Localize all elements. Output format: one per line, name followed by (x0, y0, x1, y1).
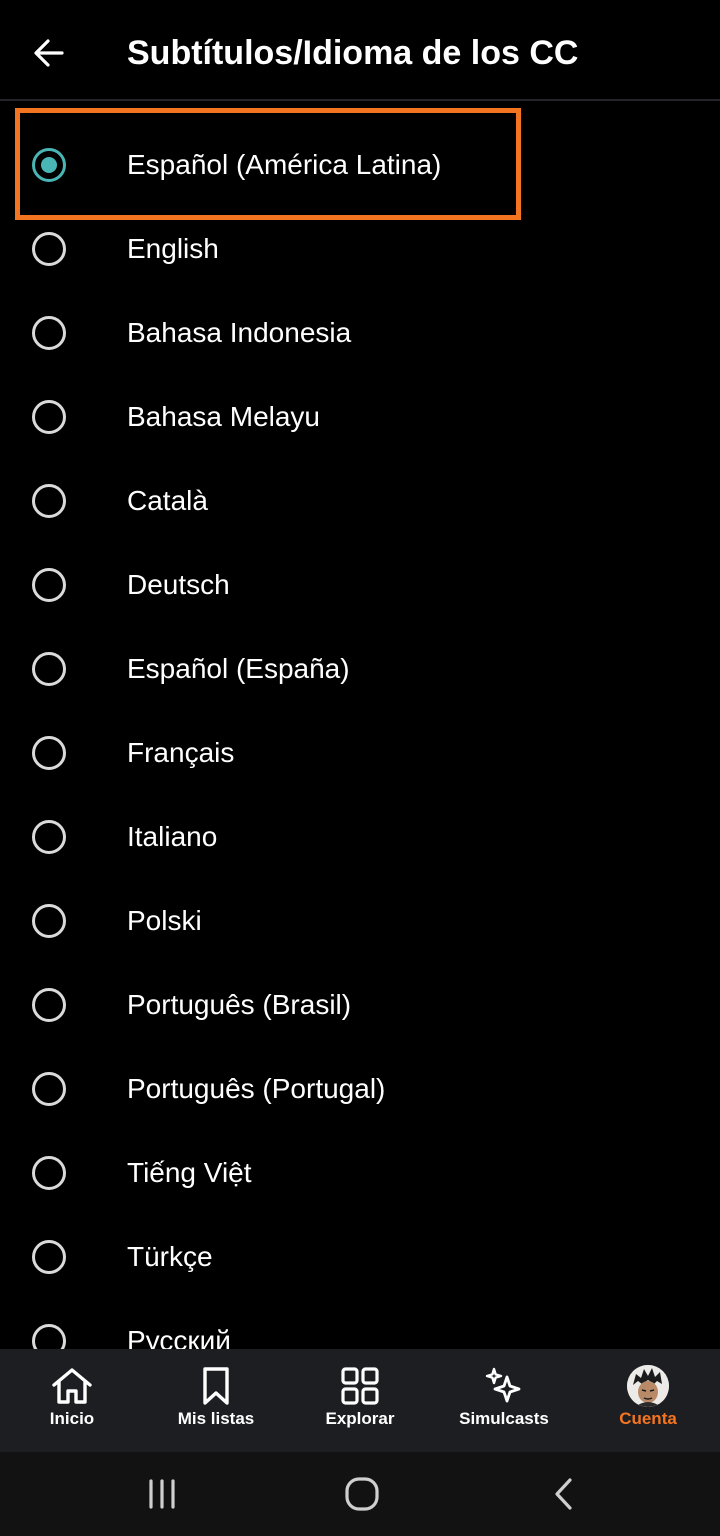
language-label: Tiếng Việt (127, 1157, 252, 1188)
radio-unselected[interactable] (32, 1324, 66, 1349)
language-option[interactable]: Polski (0, 880, 720, 964)
nav-item-mis-listas[interactable]: Mis listas (144, 1349, 288, 1452)
radio-dot (41, 157, 57, 173)
language-option[interactable]: Tiếng Việt (0, 1132, 720, 1216)
back-button[interactable] (26, 30, 72, 76)
language-label: Bahasa Indonesia (127, 317, 352, 348)
home-circle-icon (345, 1477, 379, 1511)
language-label: Italiano (127, 821, 218, 852)
radio-unselected[interactable] (32, 736, 66, 770)
language-label: Português (Portugal) (127, 1073, 386, 1104)
language-label: Español (América Latina) (127, 149, 442, 180)
language-label: Deutsch (127, 569, 230, 600)
language-option[interactable]: Català (0, 460, 720, 544)
recent-apps-button[interactable] (140, 1472, 184, 1516)
radio-unselected[interactable] (32, 904, 66, 938)
nav-label: Cuenta (619, 1409, 677, 1428)
language-option[interactable]: Português (Portugal) (0, 1048, 720, 1132)
sparkle-icon (482, 1365, 526, 1407)
system-home-button[interactable] (340, 1472, 384, 1516)
home-icon (50, 1365, 94, 1407)
language-label: English (127, 233, 219, 264)
system-back-button[interactable] (542, 1472, 586, 1516)
grid-icon (338, 1365, 382, 1407)
radio-unselected[interactable] (32, 232, 66, 266)
bottom-nav: Inicio Mis listas Explorar Simulcasts Cu… (0, 1349, 720, 1452)
language-option[interactable]: Türkçe (0, 1216, 720, 1300)
language-option[interactable]: Português (Brasil) (0, 964, 720, 1048)
nav-label: Mis listas (177, 1409, 255, 1428)
bookmark-icon (194, 1365, 238, 1407)
language-option[interactable]: Deutsch (0, 544, 720, 628)
radio-unselected[interactable] (32, 652, 66, 686)
language-option[interactable]: Bahasa Melayu (0, 376, 720, 460)
language-label: Català (127, 485, 208, 516)
nav-label: Explorar (325, 1409, 395, 1428)
app-header: Subtítulos/Idioma de los CC (0, 0, 720, 101)
radio-unselected[interactable] (32, 316, 66, 350)
language-option[interactable]: English (0, 208, 720, 292)
language-label: Français (127, 737, 235, 768)
radio-unselected[interactable] (32, 568, 66, 602)
language-list: Español (América Latina) English Bahasa In… (0, 124, 720, 1349)
language-label: Türkçe (127, 1241, 213, 1272)
language-label: Русский (127, 1325, 231, 1349)
radio-unselected[interactable] (32, 1072, 66, 1106)
radio-unselected[interactable] (32, 484, 66, 518)
recent-apps-icon (149, 1479, 175, 1509)
nav-label: Inicio (49, 1409, 95, 1428)
radio-unselected[interactable] (32, 400, 66, 434)
language-option[interactable]: Italiano (0, 796, 720, 880)
radio-unselected[interactable] (32, 820, 66, 854)
avatar-icon (626, 1365, 670, 1407)
nav-item-simulcasts[interactable]: Simulcasts (432, 1349, 576, 1452)
radio-unselected[interactable] (32, 1156, 66, 1190)
radio-unselected[interactable] (32, 988, 66, 1022)
language-option[interactable]: Русский (0, 1300, 720, 1349)
nav-label: Simulcasts (459, 1409, 549, 1428)
language-option[interactable]: Bahasa Indonesia (0, 292, 720, 376)
language-option[interactable]: Español (España) (0, 628, 720, 712)
page-title: Subtítulos/Idioma de los CC (127, 34, 579, 72)
language-label: Bahasa Melayu (127, 401, 321, 432)
language-label: Español (España) (127, 653, 350, 684)
arrow-left-icon (34, 39, 64, 67)
language-label: Português (Brasil) (127, 989, 352, 1020)
radio-unselected[interactable] (32, 1240, 66, 1274)
system-navigation-bar (0, 1452, 720, 1536)
radio-selected[interactable] (32, 148, 66, 182)
nav-item-inicio[interactable]: Inicio (0, 1349, 144, 1452)
avatar (627, 1365, 669, 1407)
nav-item-explorar[interactable]: Explorar (288, 1349, 432, 1452)
language-option[interactable]: Français (0, 712, 720, 796)
language-option[interactable]: Español (América Latina) (0, 124, 720, 208)
back-chevron-icon (555, 1478, 572, 1510)
nav-item-cuenta[interactable]: Cuenta (576, 1349, 720, 1452)
language-label: Polski (127, 905, 202, 936)
